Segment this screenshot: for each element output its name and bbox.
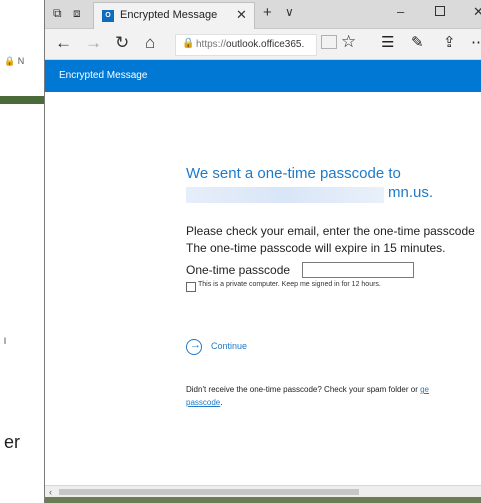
- new-tab-icon[interactable]: +: [263, 4, 272, 21]
- redacted-email: [186, 187, 384, 203]
- keep-signed-in-checkbox[interactable]: [186, 282, 196, 292]
- more-icon[interactable]: ⋯: [471, 33, 481, 51]
- continue-arrow-icon[interactable]: →: [186, 339, 202, 355]
- minimize-button[interactable]: –: [397, 4, 404, 19]
- share-icon[interactable]: ⇪: [443, 33, 456, 51]
- tab-list-chevron-icon[interactable]: ∨: [285, 5, 294, 19]
- resend-text: Didn't receive the one-time passcode? Ch…: [186, 385, 429, 394]
- maximize-button[interactable]: [435, 6, 445, 16]
- tab-close-icon[interactable]: ✕: [236, 7, 247, 23]
- favorite-star-icon[interactable]: ☆: [341, 32, 356, 52]
- resend-end: .: [220, 398, 223, 407]
- refresh-icon[interactable]: ↻: [115, 34, 129, 52]
- reading-view-icon[interactable]: [321, 35, 337, 49]
- title-bar: ⧉ ⧈ O Encrypted Message ✕ + ∨ – ✕: [45, 0, 481, 29]
- taskbar-strip: [45, 497, 481, 503]
- app-header-bar: Encrypted Message: [45, 60, 481, 92]
- url-scheme: https://: [196, 39, 227, 50]
- resend-text-line-2: passcode.: [186, 398, 222, 407]
- home-icon[interactable]: ⌂: [145, 34, 155, 52]
- main-content: We sent a one-time passcode to mn.us. Pl…: [45, 92, 481, 485]
- resend-passcode-link[interactable]: passcode: [186, 398, 220, 407]
- forward-icon[interactable]: →: [85, 34, 102, 52]
- otp-label: One-time passcode: [186, 263, 291, 277]
- keep-signed-in-label: This is a private computer. Keep me sign…: [198, 281, 381, 288]
- background-text-fragment-er: er: [4, 432, 21, 452]
- address-bar[interactable]: 🔒 https://outlook.office365.: [175, 34, 317, 56]
- browser-tab[interactable]: O Encrypted Message ✕: [93, 2, 255, 29]
- url-host: outlook.office365.: [226, 39, 305, 50]
- outlook-favicon-icon: O: [102, 10, 114, 22]
- tab-title: Encrypted Message: [120, 9, 218, 21]
- resend-text-body: Didn't receive the one-time passcode? Ch…: [186, 385, 421, 394]
- continue-button[interactable]: Continue: [211, 341, 247, 351]
- back-icon[interactable]: ←: [55, 34, 72, 52]
- navigation-bar: ← → ↻ ⌂ 🔒 https://outlook.office365. ☆ ☰…: [45, 29, 481, 60]
- app-title: Encrypted Message: [59, 70, 148, 81]
- scrollbar-thumb[interactable]: [59, 489, 359, 495]
- instructions-line-2: The one-time passcode will expire in 15 …: [186, 241, 446, 255]
- notes-icon[interactable]: ✎: [411, 33, 424, 51]
- background-lock-text: 🔒 N: [4, 56, 25, 66]
- instructions-line-1: Please check your email, enter the one-t…: [186, 224, 475, 238]
- lock-icon: 🔒: [182, 38, 195, 49]
- background-text-fragment: l: [4, 336, 6, 346]
- set-aside-tabs-icon[interactable]: ⧉: [53, 6, 62, 21]
- background-window-edge: [0, 96, 50, 104]
- instructions: Please check your email, enter the one-t…: [186, 223, 475, 257]
- url-text: https://outlook.office365.: [196, 39, 312, 50]
- email-suffix: mn.us.: [388, 184, 434, 201]
- favorites-hub-icon[interactable]: ☰: [381, 33, 394, 51]
- otp-input[interactable]: [302, 262, 414, 278]
- resend-link[interactable]: ge: [420, 385, 429, 394]
- page-heading: We sent a one-time passcode to: [186, 165, 401, 182]
- tabs-aside-icon[interactable]: ⧈: [73, 6, 81, 21]
- browser-window: ⧉ ⧈ O Encrypted Message ✕ + ∨ – ✕ ← → ↻ …: [44, 0, 481, 503]
- scroll-left-icon[interactable]: ‹: [49, 487, 52, 497]
- close-window-button[interactable]: ✕: [473, 4, 481, 20]
